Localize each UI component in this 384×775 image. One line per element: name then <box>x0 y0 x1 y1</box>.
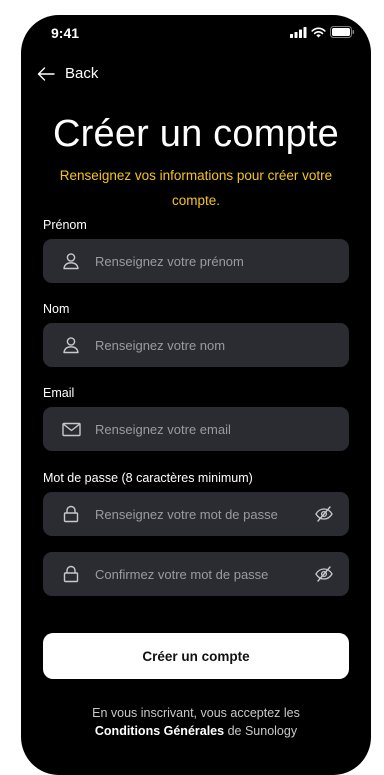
password-confirm-input[interactable] <box>95 566 313 582</box>
status-icons <box>290 26 355 38</box>
phone-screen: 9:41 Back Créer un compte Renseignez vos… <box>21 15 371 775</box>
back-label: Back <box>65 65 99 82</box>
email-field[interactable] <box>43 407 349 451</box>
wifi-icon <box>311 27 326 37</box>
mail-icon <box>61 419 81 439</box>
firstname-field[interactable] <box>43 239 349 283</box>
lastname-input[interactable] <box>95 337 349 353</box>
user-icon <box>61 251 81 271</box>
lastname-field[interactable] <box>43 323 349 367</box>
email-input[interactable] <box>95 421 349 437</box>
arrow-left-icon <box>37 66 55 81</box>
lastname-label: Nom <box>43 302 70 316</box>
page-subtitle: Renseignez vos informations pour créer v… <box>59 168 333 208</box>
email-label: Email <box>43 386 75 400</box>
password-field[interactable] <box>43 492 349 536</box>
battery-icon <box>330 26 355 38</box>
terms-prefix: En vous inscrivant, vous acceptez les <box>92 706 300 720</box>
back-button[interactable]: Back <box>37 65 98 82</box>
eye-off-icon[interactable] <box>313 503 335 525</box>
firstname-label: Prénom <box>43 218 87 232</box>
lock-icon <box>61 564 81 584</box>
eye-off-icon[interactable] <box>313 563 335 585</box>
firstname-input[interactable] <box>95 253 349 269</box>
status-time: 9:41 <box>51 25 80 41</box>
status-bar: 9:41 <box>21 15 371 51</box>
terms-link[interactable]: Conditions Générales <box>95 724 224 738</box>
terms-notice: En vous inscrivant, vous acceptez les Co… <box>41 704 351 740</box>
user-icon <box>61 335 81 355</box>
password-confirm-field[interactable] <box>43 552 349 596</box>
terms-suffix: de Sunology <box>227 724 298 738</box>
lock-icon <box>61 504 81 524</box>
password-label: Mot de passe (8 caractères minimum) <box>43 471 253 485</box>
page-title: Créer un compte <box>52 113 339 155</box>
create-account-button[interactable]: Créer un compte <box>43 633 349 679</box>
password-input[interactable] <box>95 506 313 522</box>
signal-icon <box>290 26 307 38</box>
